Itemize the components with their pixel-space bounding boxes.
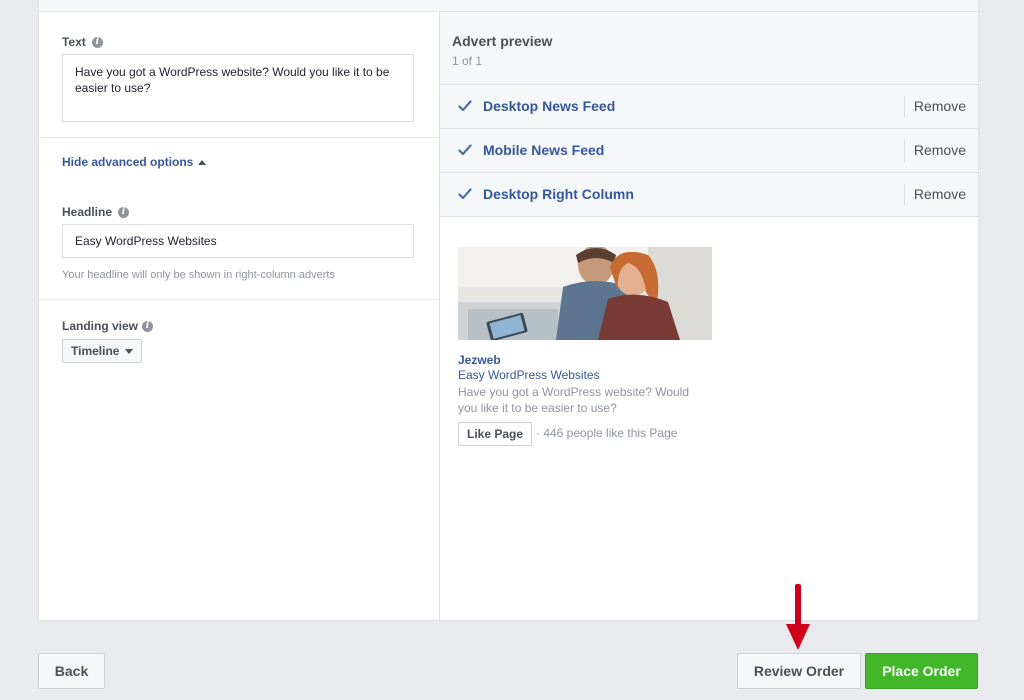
headline-label: Headline [62, 205, 113, 219]
landing-view-field-label: Landing view i [62, 319, 154, 333]
placement-label: Desktop Right Column [483, 186, 634, 202]
landing-view-select[interactable]: Timeline [62, 339, 142, 363]
remove-placement-link[interactable]: Remove [914, 98, 966, 114]
caret-down-icon [125, 348, 134, 354]
text-label: Text [62, 35, 86, 49]
ad-body-text: Have you got a WordPress website? Would … [458, 385, 690, 415]
text-section: Text i Have you got a WordPress website?… [39, 12, 439, 138]
placement-row-desktop-news-feed[interactable]: Desktop News Feed Remove [440, 85, 978, 129]
placement-label: Mobile News Feed [483, 142, 605, 158]
text-field-label: Text i [62, 35, 103, 49]
checkmark-icon [458, 100, 472, 112]
row-divider [904, 140, 905, 162]
advanced-options-section: Hide advanced options Headline i Easy Wo… [39, 139, 439, 300]
ad-headline[interactable]: Easy WordPress Websites [458, 368, 600, 382]
advert-preview-count: 1 of 1 [452, 54, 483, 68]
like-page-button[interactable]: Like Page [458, 422, 532, 446]
advert-preview-header: Advert preview 1 of 1 [440, 12, 978, 85]
remove-placement-link[interactable]: Remove [914, 142, 966, 158]
like-count-text: · 446 people like this Page [536, 426, 678, 440]
place-order-button[interactable]: Place Order [865, 653, 978, 689]
hide-advanced-options-link[interactable]: Hide advanced options [62, 155, 207, 169]
review-order-button[interactable]: Review Order [737, 653, 861, 689]
caret-up-icon [198, 159, 207, 165]
checkmark-icon [458, 188, 472, 200]
red-arrow-pointer [786, 584, 810, 650]
ad-form-column: Text i Have you got a WordPress website?… [39, 12, 439, 620]
placement-label: Desktop News Feed [483, 98, 616, 114]
ad-text-textarea[interactable]: Have you got a WordPress website? Would … [62, 54, 414, 122]
top-strip [39, 0, 978, 12]
ad-page-name[interactable]: Jezweb [458, 353, 501, 367]
row-divider [904, 96, 905, 118]
placement-row-mobile-news-feed[interactable]: Mobile News Feed Remove [440, 129, 978, 173]
landing-view-label: Landing view [62, 319, 139, 333]
remove-placement-link[interactable]: Remove [914, 186, 966, 202]
info-icon[interactable]: i [142, 320, 154, 332]
headline-help-text: Your headline will only be shown in righ… [62, 269, 335, 281]
row-divider [904, 184, 905, 206]
advert-preview-title: Advert preview [452, 33, 553, 49]
hide-advanced-label: Hide advanced options [62, 155, 194, 169]
info-icon[interactable]: i [91, 36, 103, 48]
info-icon[interactable]: i [118, 206, 130, 218]
advert-preview-column: Advert preview 1 of 1 Desktop News Feed … [440, 12, 978, 620]
back-button[interactable]: Back [38, 653, 105, 689]
headline-input[interactable]: Easy WordPress Websites [62, 224, 414, 258]
headline-field-label: Headline i [62, 205, 130, 219]
landing-view-selected: Timeline [71, 344, 120, 358]
checkmark-icon [458, 144, 472, 156]
placement-row-desktop-right-column[interactable]: Desktop Right Column Remove [440, 173, 978, 217]
ad-editor-card: Text i Have you got a WordPress website?… [38, 0, 979, 621]
ad-image [458, 247, 712, 340]
